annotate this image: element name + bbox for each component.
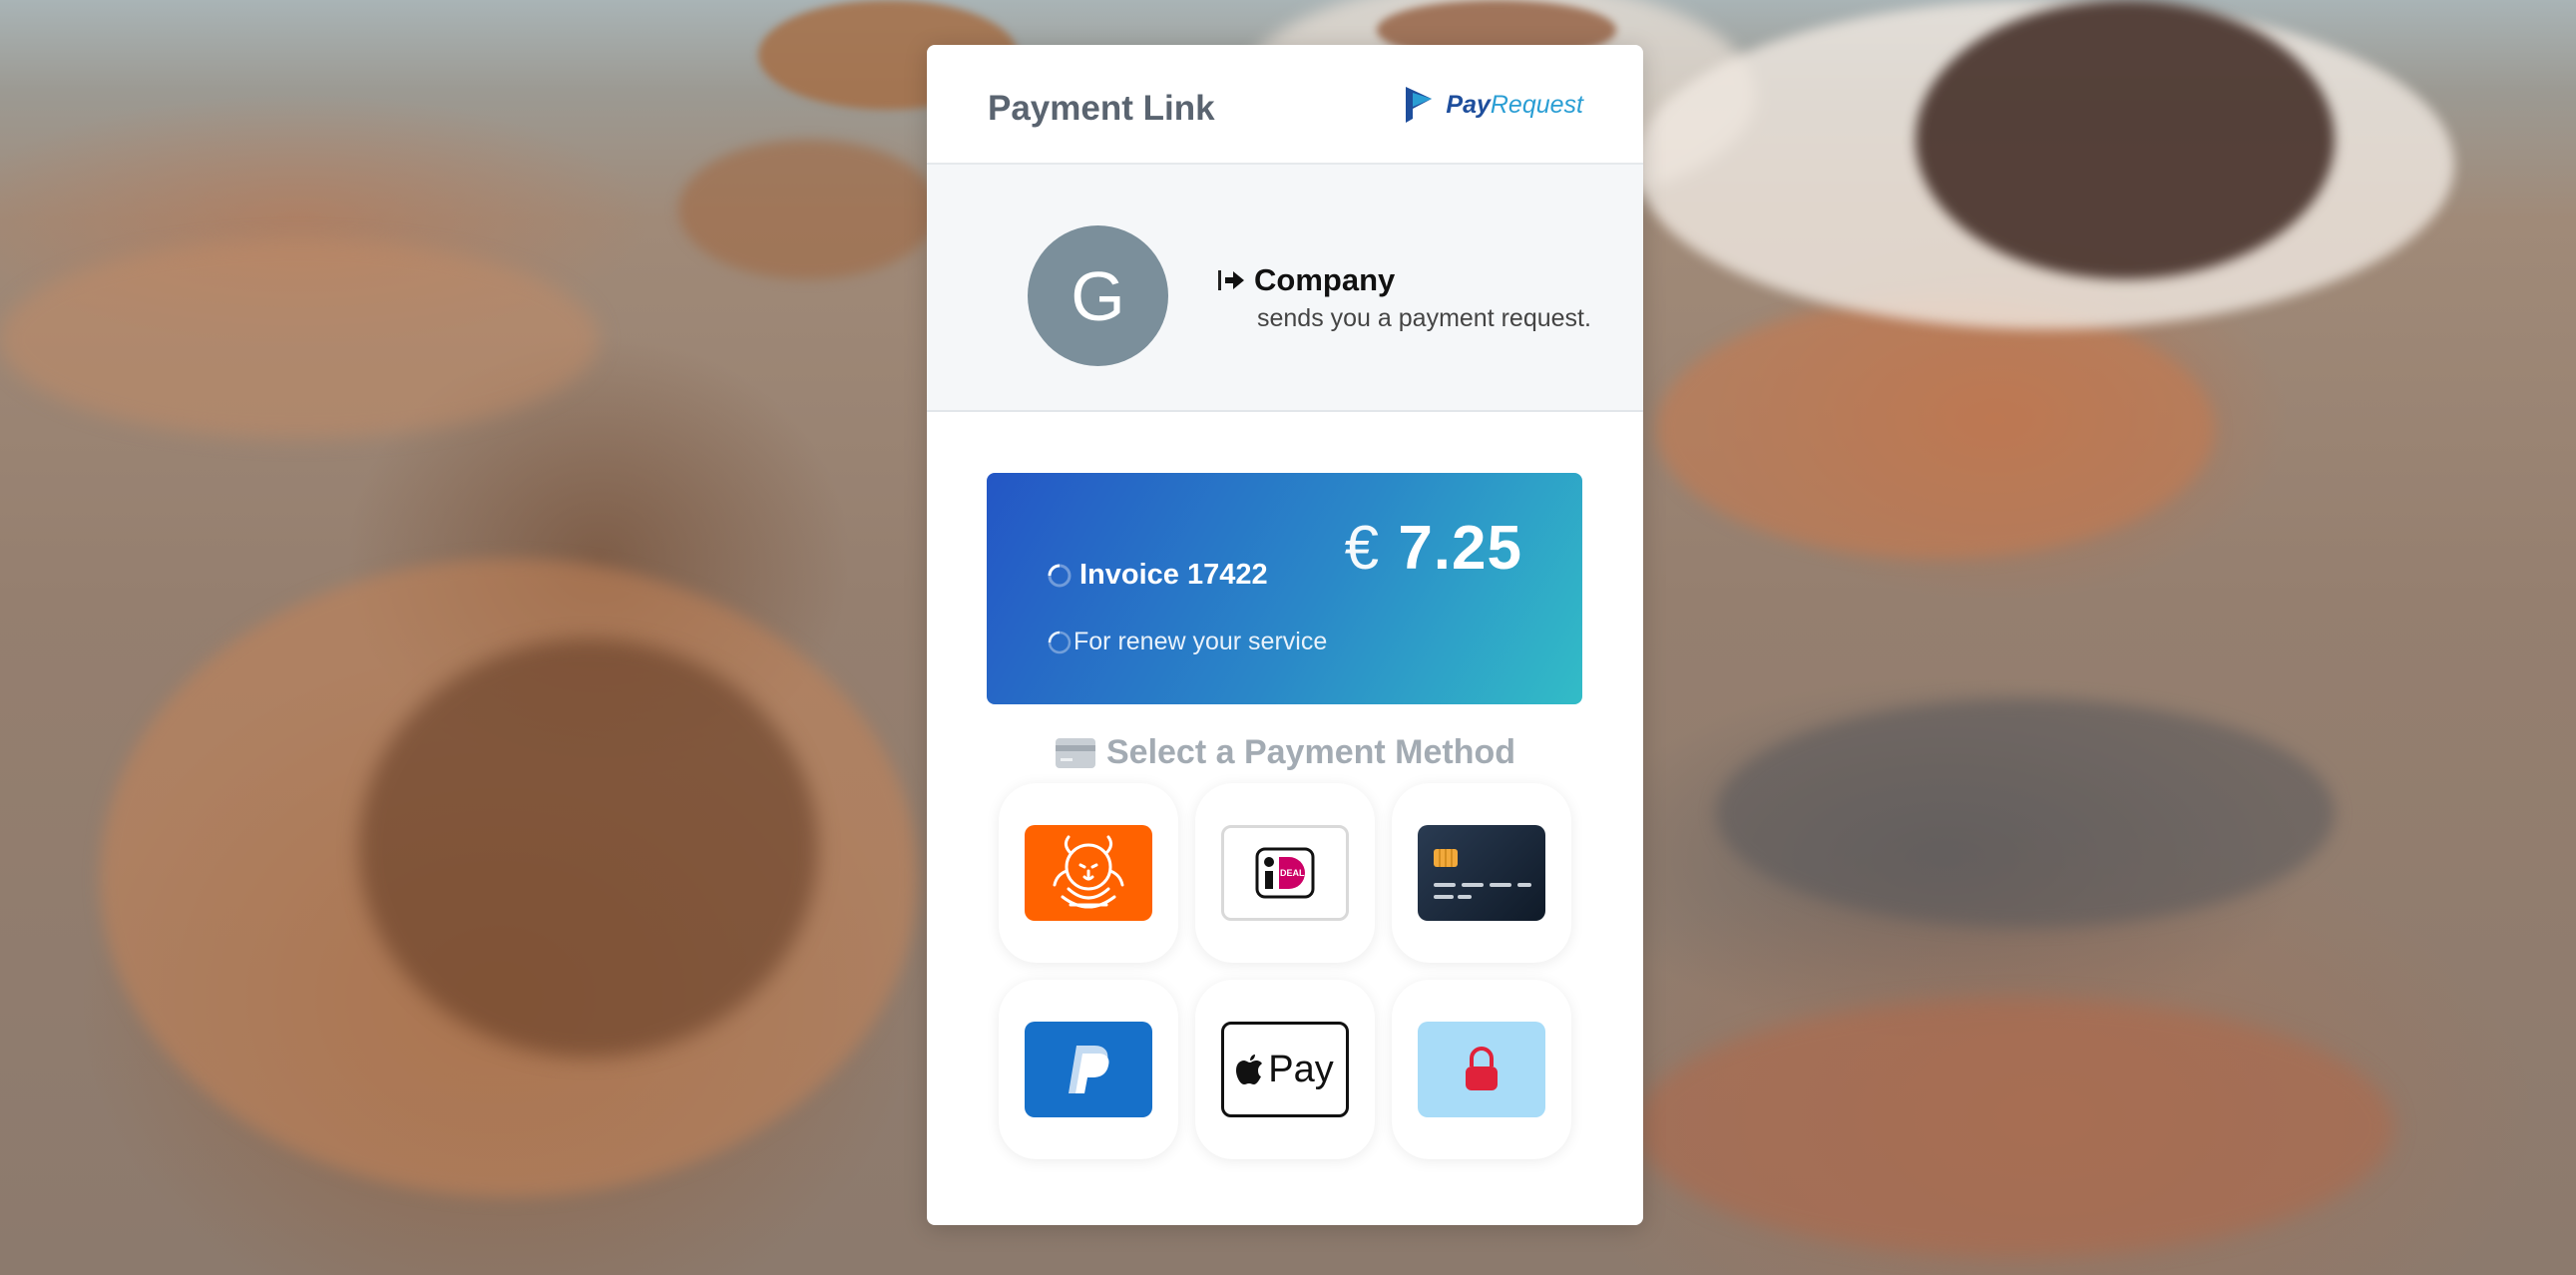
merchant-section: G Company sends you a payment request. — [927, 165, 1643, 412]
spinner-icon — [1048, 564, 1072, 587]
svg-text:DEAL: DEAL — [1280, 868, 1305, 878]
payment-method-ideal[interactable]: DEAL — [1195, 783, 1375, 963]
invoice-amount: € 7.25 — [1344, 514, 1522, 583]
invoice-title: Invoice 17422 — [1079, 559, 1268, 591]
payment-method-ing[interactable] — [999, 783, 1178, 963]
ing-lion-icon — [1025, 825, 1152, 921]
apple-pay-icon: Pay — [1221, 1022, 1349, 1117]
paypal-icon — [1025, 1022, 1152, 1117]
spinner-icon — [1048, 631, 1072, 653]
payment-method-grid: DEAL Pay — [999, 783, 1577, 1159]
sign-in-icon — [1218, 270, 1244, 290]
payment-card: Payment Link PayRequest G Company sends … — [927, 45, 1643, 1225]
payment-method-card[interactable] — [1392, 783, 1571, 963]
credit-card-icon — [1418, 825, 1545, 921]
payment-method-heading: Select a Payment Method — [927, 733, 1643, 772]
ideal-icon: DEAL — [1221, 825, 1349, 921]
payment-method-apple-pay[interactable]: Pay — [1195, 980, 1375, 1159]
invoice-description: For renew your service — [1073, 628, 1328, 655]
apple-icon — [1236, 1055, 1263, 1084]
payment-method-lock[interactable] — [1392, 980, 1571, 1159]
page-title: Payment Link — [988, 89, 1215, 128]
payrequest-logo-icon — [1406, 87, 1433, 123]
avatar: G — [1028, 225, 1168, 366]
merchant-subtitle: sends you a payment request. — [1257, 304, 1591, 332]
merchant-name: Company — [1254, 262, 1396, 297]
invoice-panel: Invoice 17422 € 7.25 For renew your serv… — [987, 473, 1582, 704]
brand-name: PayRequest — [1446, 90, 1583, 119]
lock-icon — [1418, 1022, 1545, 1117]
payment-method-paypal[interactable] — [999, 980, 1178, 1159]
credit-card-icon — [1055, 737, 1095, 768]
payrequest-logo: PayRequest — [1402, 85, 1583, 125]
card-header: Payment Link PayRequest — [927, 45, 1643, 165]
